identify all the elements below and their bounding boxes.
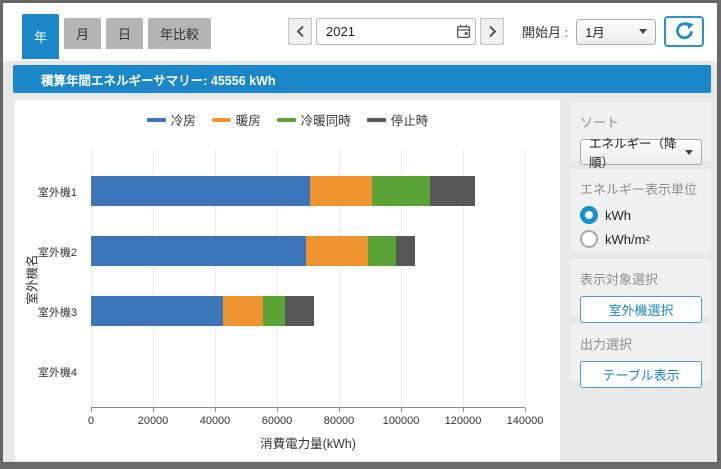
- output-card: 出力選択 テーブル表示: [571, 324, 711, 381]
- bar-row: [91, 236, 525, 266]
- bar-segment-暖房: [223, 296, 263, 326]
- radio-option-kwh-m2[interactable]: kWh/m²: [580, 230, 702, 248]
- sort-select-value: エネルギー（降順）: [589, 133, 685, 171]
- x-tick-label: 120000: [433, 415, 493, 427]
- summary-banner-text: 積算年間エネルギーサマリー: 45556 kWh: [13, 70, 276, 89]
- legend-label: 暖房: [236, 110, 261, 129]
- chart-legend: 冷房 暖房 冷暖同時 停止時: [15, 110, 560, 129]
- x-axis-title: 消費電力量(kWh): [91, 433, 525, 452]
- refresh-icon: [674, 21, 695, 42]
- x-tick-label: 80000: [309, 415, 369, 427]
- bar-row: [91, 176, 525, 206]
- table-view-button[interactable]: テーブル表示: [580, 361, 702, 388]
- tick-mark: [91, 408, 92, 412]
- target-label: 表示対象選択: [580, 269, 702, 288]
- radio-circle-kwh[interactable]: [580, 206, 598, 224]
- x-tick-label: 60000: [247, 415, 307, 427]
- legend-item-cooling[interactable]: 冷房: [147, 110, 196, 129]
- chevron-left-icon: [296, 25, 305, 38]
- target-card: 表示対象選択 室外機選択: [571, 259, 711, 316]
- category-label: 室外機2: [38, 244, 77, 260]
- bar-segment-暖房: [310, 176, 372, 206]
- legend-label: 停止時: [391, 110, 429, 129]
- tick-mark: [525, 408, 526, 412]
- tick-mark: [153, 408, 154, 412]
- start-month-label: 開始月 :: [522, 22, 568, 41]
- bar-segment-暖房: [306, 236, 368, 266]
- tick-mark: [215, 408, 216, 412]
- bar-segment-冷房: [91, 176, 310, 206]
- calendar-icon[interactable]: [456, 24, 471, 39]
- bar-segment-冷暖同時: [263, 296, 285, 326]
- tick-mark: [401, 408, 402, 412]
- unit-label: エネルギー表示単位: [580, 179, 702, 198]
- x-tick-labels: 020000400006000080000100000120000140000: [91, 415, 525, 429]
- radio-option-kwh[interactable]: kWh: [580, 206, 702, 224]
- category-label: 室外機4: [38, 364, 77, 380]
- legend-item-heating[interactable]: 暖房: [212, 110, 261, 129]
- summary-banner: 積算年間エネルギーサマリー: 45556 kWh: [13, 65, 711, 93]
- plot-area: [91, 150, 525, 408]
- tab-day[interactable]: 日: [106, 18, 143, 49]
- legend-label: 冷暖同時: [301, 110, 351, 129]
- sort-label: ソート: [580, 112, 702, 131]
- x-tick-label: 0: [61, 415, 121, 427]
- start-month-select[interactable]: 1月: [576, 19, 656, 45]
- year-input[interactable]: [316, 18, 476, 45]
- legend-label: 冷房: [171, 110, 196, 129]
- bar-segment-停止時: [430, 176, 475, 206]
- prev-year-button[interactable]: [288, 18, 312, 45]
- x-tick-label: 40000: [185, 415, 245, 427]
- chevron-down-icon: [685, 150, 693, 155]
- legend-marker-heating: [212, 118, 231, 122]
- sort-select[interactable]: エネルギー（降順）: [580, 139, 702, 165]
- next-year-button[interactable]: [480, 18, 504, 45]
- legend-item-stopped[interactable]: 停止時: [367, 110, 429, 129]
- tab-bar: 年 月 日 年比較: [22, 14, 216, 59]
- year-field-wrap: [316, 18, 476, 45]
- bar-segment-冷暖同時: [372, 176, 431, 206]
- tab-year-compare[interactable]: 年比較: [148, 18, 211, 49]
- radio-circle-kwh-m2[interactable]: [580, 230, 598, 248]
- category-label: 室外機3: [38, 304, 77, 320]
- start-month-value: 1月: [585, 22, 604, 41]
- legend-item-simultaneous[interactable]: 冷暖同時: [277, 110, 351, 129]
- bar-segment-冷房: [91, 296, 223, 326]
- legend-marker-cooling: [147, 118, 166, 122]
- bar-row: [91, 296, 525, 326]
- radio-label-kwh: kWh: [605, 208, 631, 223]
- chevron-down-icon: [639, 29, 647, 34]
- tick-mark: [463, 408, 464, 412]
- tab-month[interactable]: 月: [64, 18, 101, 49]
- bar-segment-停止時: [396, 236, 415, 266]
- bar-segment-冷房: [91, 236, 306, 266]
- legend-marker-stopped: [367, 118, 386, 122]
- bar-segment-停止時: [285, 296, 314, 326]
- gridline: [525, 150, 526, 407]
- category-label: 室外機1: [38, 184, 77, 200]
- chevron-right-icon: [488, 25, 497, 38]
- x-tick-label: 20000: [123, 415, 183, 427]
- tick-mark: [339, 408, 340, 412]
- date-navigation: 開始月 : 1月: [288, 18, 656, 45]
- unit-card: エネルギー表示単位 kWh kWh/m²: [571, 169, 711, 251]
- refresh-button[interactable]: [664, 16, 704, 47]
- tab-year[interactable]: 年: [22, 14, 59, 59]
- x-tick-label: 140000: [495, 415, 555, 427]
- output-label: 出力選択: [580, 334, 702, 353]
- bar-segment-冷暖同時: [368, 236, 396, 266]
- bar-row: [91, 356, 525, 386]
- sort-card: ソート エネルギー（降順）: [571, 102, 711, 161]
- x-tick-label: 100000: [371, 415, 431, 427]
- tick-mark: [277, 408, 278, 412]
- chart-panel: 冷房 暖房 冷暖同時 停止時 室外機名 室外機1室外機2室外機3室外機4 020…: [15, 100, 560, 461]
- category-labels: 室外機1 室外機2 室外機3 室外機4: [15, 150, 85, 408]
- topbar: 年 月 日 年比較 開始月 :: [3, 3, 717, 61]
- outdoor-unit-select-button[interactable]: 室外機選択: [580, 296, 702, 323]
- app-window: 年 月 日 年比較 開始月 :: [0, 0, 721, 469]
- radio-label-kwh-m2: kWh/m²: [605, 232, 650, 247]
- legend-marker-simultaneous: [277, 118, 296, 122]
